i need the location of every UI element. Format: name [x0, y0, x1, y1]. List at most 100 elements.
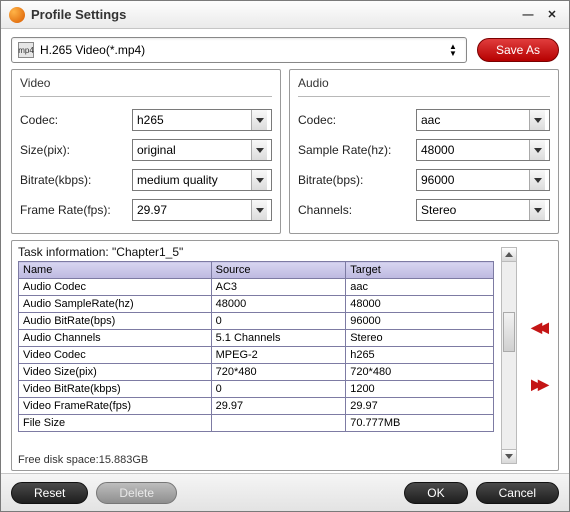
scroll-thumb[interactable] [503, 312, 515, 352]
scroll-down-icon[interactable] [502, 449, 516, 463]
col-source[interactable]: Source [211, 262, 346, 279]
table-row[interactable]: Audio CodecAC3aac [19, 279, 494, 296]
save-as-button[interactable]: Save As [477, 38, 559, 62]
content-area: mp4 H.265 Video(*.mp4) ▲▼ Save As Video … [1, 29, 569, 473]
next-button[interactable]: ▶▶ [531, 376, 545, 393]
cell-source: 720*480 [211, 364, 346, 381]
ok-button[interactable]: OK [404, 482, 467, 504]
cell-name: Audio SampleRate(hz) [19, 296, 212, 313]
video-bitrate-label: Bitrate(kbps): [20, 173, 132, 187]
scroll-up-icon[interactable] [502, 248, 516, 262]
cell-name: File Size [19, 415, 212, 432]
audio-bitrate-select[interactable]: 96000 [416, 169, 550, 191]
cell-name: Audio Codec [19, 279, 212, 296]
video-panel: Video Codec: h265 Size(pix): original Bi… [11, 69, 281, 234]
cell-source: 5.1 Channels [211, 330, 346, 347]
audio-heading: Audio [298, 76, 550, 90]
video-size-value: original [137, 143, 251, 157]
task-info-panel: Task information: "Chapter1_5" Name Sour… [11, 240, 559, 471]
video-bitrate-value: medium quality [137, 173, 251, 187]
cell-target: 96000 [346, 313, 494, 330]
cell-target: 48000 [346, 296, 494, 313]
cell-target: 29.97 [346, 398, 494, 415]
app-icon [9, 7, 25, 23]
task-table: Name Source Target Audio CodecAC3aacAudi… [18, 261, 494, 432]
cancel-button[interactable]: Cancel [476, 482, 559, 504]
minimize-button[interactable]: — [519, 6, 537, 24]
cell-name: Video Codec [19, 347, 212, 364]
cell-name: Video BitRate(kbps) [19, 381, 212, 398]
profile-select[interactable]: mp4 H.265 Video(*.mp4) ▲▼ [11, 37, 467, 63]
cell-source: 29.97 [211, 398, 346, 415]
profile-settings-window: Profile Settings — ✕ mp4 H.265 Video(*.m… [0, 0, 570, 512]
table-row[interactable]: Video Size(pix)720*480720*480 [19, 364, 494, 381]
cell-target: 1200 [346, 381, 494, 398]
chevron-down-icon[interactable] [529, 170, 545, 190]
audio-samplerate-select[interactable]: 48000 [416, 139, 550, 161]
free-disk-label: Free disk space:15.883GB [18, 454, 494, 466]
chevron-down-icon[interactable] [529, 200, 545, 220]
video-size-label: Size(pix): [20, 143, 132, 157]
audio-channels-value: Stereo [421, 203, 529, 217]
video-bitrate-select[interactable]: medium quality [132, 169, 272, 191]
prev-button[interactable]: ◀◀ [531, 319, 545, 336]
cell-source: MPEG-2 [211, 347, 346, 364]
audio-samplerate-value: 48000 [421, 143, 529, 157]
video-framerate-label: Frame Rate(fps): [20, 203, 132, 217]
table-header-row: Name Source Target [19, 262, 494, 279]
video-framerate-select[interactable]: 29.97 [132, 199, 272, 221]
chevron-down-icon[interactable] [251, 170, 267, 190]
video-size-select[interactable]: original [132, 139, 272, 161]
table-row[interactable]: Audio Channels5.1 ChannelsStereo [19, 330, 494, 347]
settings-sections: Video Codec: h265 Size(pix): original Bi… [11, 69, 559, 234]
audio-codec-select[interactable]: aac [416, 109, 550, 131]
col-target[interactable]: Target [346, 262, 494, 279]
audio-panel: Audio Codec: aac Sample Rate(hz): 48000 … [289, 69, 559, 234]
chevron-down-icon[interactable] [529, 110, 545, 130]
cell-source [211, 415, 346, 432]
delete-button[interactable]: Delete [96, 482, 177, 504]
table-row[interactable]: Video FrameRate(fps)29.9729.97 [19, 398, 494, 415]
video-codec-label: Codec: [20, 113, 132, 127]
table-row[interactable]: Video BitRate(kbps)01200 [19, 381, 494, 398]
audio-channels-label: Channels: [298, 203, 416, 217]
divider [298, 96, 550, 97]
cell-name: Audio BitRate(bps) [19, 313, 212, 330]
format-icon: mp4 [18, 42, 34, 58]
vertical-scrollbar[interactable] [501, 247, 517, 464]
chevron-down-icon[interactable] [529, 140, 545, 160]
video-codec-select[interactable]: h265 [132, 109, 272, 131]
cell-name: Audio Channels [19, 330, 212, 347]
audio-bitrate-value: 96000 [421, 173, 529, 187]
task-info-label: Task information: "Chapter1_5" [18, 245, 494, 259]
cell-name: Video Size(pix) [19, 364, 212, 381]
cell-target: aac [346, 279, 494, 296]
table-row[interactable]: Audio BitRate(bps)096000 [19, 313, 494, 330]
video-heading: Video [20, 76, 272, 90]
close-button[interactable]: ✕ [543, 6, 561, 24]
cell-source: 48000 [211, 296, 346, 313]
profile-select-text: H.265 Video(*.mp4) [40, 43, 446, 57]
titlebar: Profile Settings — ✕ [1, 1, 569, 29]
audio-codec-label: Codec: [298, 113, 416, 127]
audio-samplerate-label: Sample Rate(hz): [298, 143, 416, 157]
video-codec-value: h265 [137, 113, 251, 127]
cell-target: Stereo [346, 330, 494, 347]
col-name[interactable]: Name [19, 262, 212, 279]
table-row[interactable]: File Size 70.777MB [19, 415, 494, 432]
reset-button[interactable]: Reset [11, 482, 88, 504]
divider [20, 96, 272, 97]
chevron-down-icon[interactable] [251, 110, 267, 130]
profile-spinner[interactable]: ▲▼ [446, 43, 460, 57]
table-row[interactable]: Audio SampleRate(hz)4800048000 [19, 296, 494, 313]
nav-buttons: ◀◀ ▶▶ [524, 245, 552, 466]
audio-bitrate-label: Bitrate(bps): [298, 173, 416, 187]
table-row[interactable]: Video CodecMPEG-2h265 [19, 347, 494, 364]
chevron-down-icon[interactable] [251, 200, 267, 220]
chevron-down-icon[interactable] [251, 140, 267, 160]
window-title: Profile Settings [31, 7, 513, 22]
audio-channels-select[interactable]: Stereo [416, 199, 550, 221]
cell-target: 70.777MB [346, 415, 494, 432]
audio-codec-value: aac [421, 113, 529, 127]
video-framerate-value: 29.97 [137, 203, 251, 217]
